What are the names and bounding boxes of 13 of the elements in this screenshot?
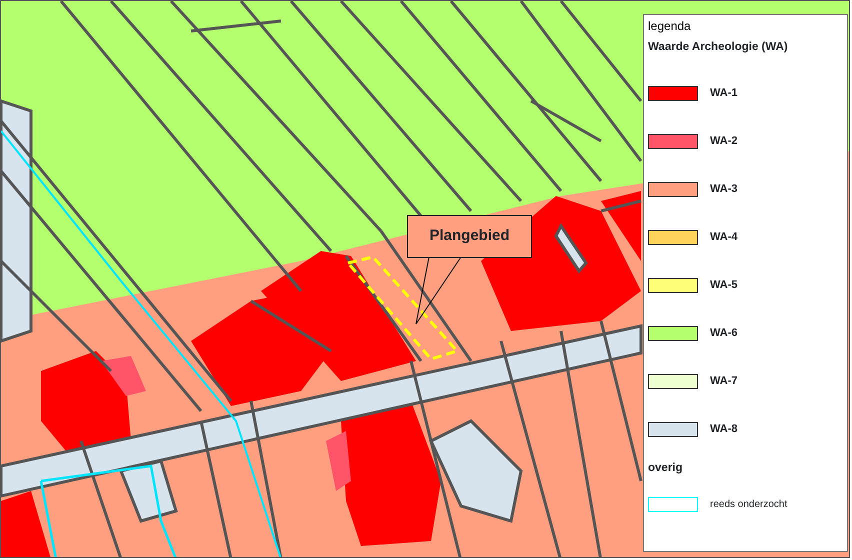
legend-heading: Waarde Archeologie (WA) [648, 40, 789, 54]
legend-label: WA-5 [710, 278, 738, 294]
callout-label: Plangebied [407, 215, 532, 258]
legend-label: reeds onderzocht [710, 498, 788, 512]
legend-title: legenda [648, 19, 692, 34]
legend-label: WA-6 [710, 326, 738, 342]
legend-label: WA-1 [710, 86, 738, 102]
legend-label: WA-3 [710, 182, 738, 198]
legend-label: WA-7 [710, 374, 738, 390]
legend-label: WA-4 [710, 230, 738, 246]
legend-label: WA-2 [710, 134, 738, 150]
legend-label: WA-8 [710, 422, 738, 438]
legend-heading: overig [648, 461, 684, 475]
